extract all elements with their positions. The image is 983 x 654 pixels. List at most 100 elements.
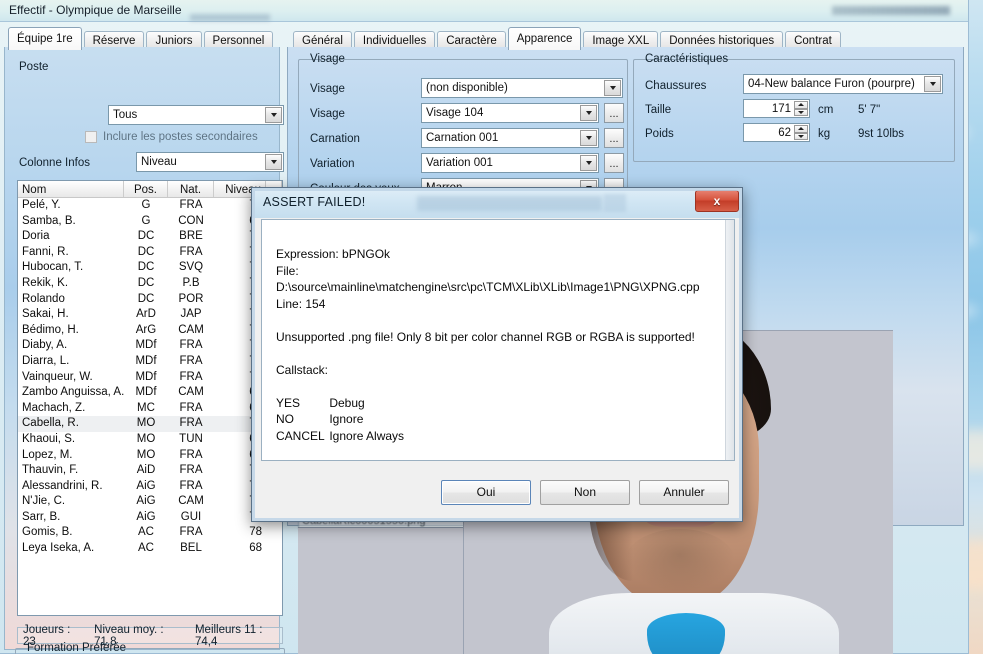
taille-stepper[interactable]: 171 (743, 99, 810, 118)
visage-row-select-0[interactable]: (non disponible) (421, 78, 623, 98)
poids-label: Poids (645, 128, 674, 140)
visage-row-value-2: Carnation 001 (426, 132, 499, 144)
table-row[interactable]: DoriaDCBRE72 (18, 229, 282, 245)
table-row[interactable]: Sakai, H.ArDJAP73 (18, 307, 282, 323)
table-row[interactable]: Bédimo, H.ArGCAM74 (18, 323, 282, 339)
player-name: Doria (22, 230, 50, 243)
dialog-titlebar-ghost (417, 196, 602, 211)
non-button[interactable]: Non (540, 479, 630, 505)
dialog-body: Expression: bPNGOk File: D:\source\mainl… (261, 219, 735, 461)
player-name: Leya Iseka, A. (22, 542, 95, 555)
player-name: Khaoui, S. (22, 432, 76, 445)
table-row[interactable]: Sarr, B.AiGGUI72 (18, 510, 282, 526)
player-name: Thauvin, F. (22, 464, 79, 477)
player-nationality: FRA (179, 526, 203, 539)
formation-groupbox: Formation Preférée (15, 642, 285, 654)
visage-row-value-0: (non disponible) (426, 82, 508, 94)
player-nationality: CAM (178, 386, 204, 399)
player-position: AiG (136, 495, 156, 508)
include-secondary-row[interactable]: Inclure les postes secondaires (85, 131, 258, 143)
player-name: Sarr, B. (22, 510, 61, 523)
table-row[interactable]: Cabella, R.MOFRA74 (18, 416, 282, 432)
poste-row: Poste (19, 61, 109, 73)
close-icon[interactable]: x (695, 190, 739, 212)
table-row[interactable]: Zambo Anguissa, A.MDfCAM64 (18, 385, 282, 401)
annuler-button[interactable]: Annuler (639, 479, 729, 505)
chaussures-select[interactable]: 04-New balance Furon (pourpre) (743, 74, 943, 94)
player-nationality: FRA (179, 370, 203, 383)
formation-legend: Formation Preférée (27, 642, 127, 654)
tab-equipe-1re[interactable]: Équipe 1re (8, 27, 82, 50)
player-niveau: 78 (249, 526, 262, 539)
spinner-down-icon[interactable] (794, 132, 808, 140)
caracteristiques-legend: Caractéristiques (645, 53, 729, 65)
visage-row-browse-button-3[interactable]: ... (604, 153, 624, 173)
window-title-bar[interactable]: Effectif - Olympique de Marseille (0, 0, 968, 22)
column-header-nom[interactable]: Nom (18, 181, 124, 197)
colonne-infos-select[interactable]: Niveau (136, 152, 284, 172)
spinner-buttons[interactable] (794, 125, 808, 140)
player-name: Alessandrini, R. (22, 479, 103, 492)
table-row[interactable]: Vainqueur, W.MDfFRA71 (18, 370, 282, 386)
player-position: DC (137, 276, 155, 289)
oui-button[interactable]: Oui (441, 479, 531, 505)
visage-row-browse-button-2[interactable]: ... (604, 128, 624, 148)
chevron-down-icon[interactable] (924, 76, 941, 92)
table-row[interactable]: RolandoDCPOR74 (18, 292, 282, 308)
player-name: Cabella, R. (22, 417, 79, 430)
spinner-down-icon[interactable] (794, 108, 808, 116)
visage-row-select-3[interactable]: Variation 001 (421, 153, 599, 173)
spinner-up-icon[interactable] (794, 101, 808, 109)
table-row[interactable]: Fanni, R.DCFRA75 (18, 245, 282, 261)
dialog-scrollbar[interactable] (725, 220, 734, 460)
table-row[interactable]: Diaby, A.MDfFRA74 (18, 338, 282, 354)
chevron-down-icon[interactable] (580, 155, 597, 171)
poids-value: 62 (778, 126, 791, 139)
table-row[interactable]: Samba, B.GCON67 (18, 214, 282, 230)
table-row[interactable]: Alessandrini, R.AiGFRA74 (18, 479, 282, 495)
player-position: AiD (136, 464, 156, 477)
table-row[interactable]: Leya Iseka, A. AC BEL 68 (18, 541, 282, 557)
column-header-pos[interactable]: Pos. (124, 181, 168, 197)
player-position: MO (136, 448, 156, 461)
chevron-down-icon[interactable] (604, 80, 621, 96)
table-row[interactable]: Rekik, K.DCP.B70 (18, 276, 282, 292)
player-name: N'Jie, C. (22, 495, 66, 508)
window-title: Effectif - Olympique de Marseille (9, 3, 182, 17)
table-row[interactable]: N'Jie, C.AiGCAM75 (18, 494, 282, 510)
dialog-title-bar[interactable]: ASSERT FAILED! x (252, 188, 742, 218)
visage-row-browse-button-1[interactable]: ... (604, 103, 624, 123)
visage-row-select-1[interactable]: Visage 104 (421, 103, 599, 123)
table-row[interactable]: Thauvin, F.AiDFRA75 (18, 463, 282, 479)
spinner-up-icon[interactable] (794, 125, 808, 133)
taille-unit: cm (818, 104, 834, 116)
visage-row-value-3: Variation 001 (426, 157, 493, 169)
visage-row-select-2[interactable]: Carnation 001 (421, 128, 599, 148)
spinner-buttons[interactable] (794, 101, 808, 116)
table-row[interactable]: Diarra, L.MDfFRA78 (18, 354, 282, 370)
table-row[interactable]: Machach, Z.MCFRA67 (18, 401, 282, 417)
status-meilleurs: Meilleurs 11 : 74,4 (194, 623, 263, 648)
chevron-down-icon[interactable] (580, 105, 597, 121)
poste-select[interactable]: Tous (108, 105, 284, 125)
player-position: DC (137, 261, 155, 274)
include-secondary-checkbox[interactable] (85, 131, 97, 143)
chevron-down-icon[interactable] (580, 130, 597, 146)
column-header-nat[interactable]: Nat. (168, 181, 214, 197)
table-row[interactable]: Hubocan, T.DCSVQ72 (18, 260, 282, 276)
assert-failed-dialog: ASSERT FAILED! x Expression: bPNGOk File… (251, 187, 743, 522)
poids-stepper[interactable]: 62 (743, 123, 810, 142)
player-position: DC (137, 292, 155, 305)
chevron-down-icon[interactable] (265, 107, 282, 123)
player-list[interactable]: Nom Pos. Nat. Niveau Pelé, Y.GFRA72Samba… (17, 180, 283, 616)
table-row[interactable]: Khaoui, S.MOTUN67 (18, 432, 282, 448)
table-row[interactable]: Lopez, M.MOFRA66 (18, 448, 282, 464)
table-row[interactable]: Pelé, Y.GFRA72 (18, 198, 282, 214)
player-name: Gomis, B. (22, 526, 73, 539)
player-name: Lopez, M. (22, 448, 73, 461)
chevron-down-icon[interactable] (265, 154, 282, 170)
visage-row-label-3: Variation (310, 158, 355, 170)
table-row[interactable]: Gomis, B. AC FRA 78 (18, 525, 282, 541)
tab-apparence[interactable]: Apparence (507, 27, 582, 50)
player-nationality: CON (178, 214, 204, 227)
